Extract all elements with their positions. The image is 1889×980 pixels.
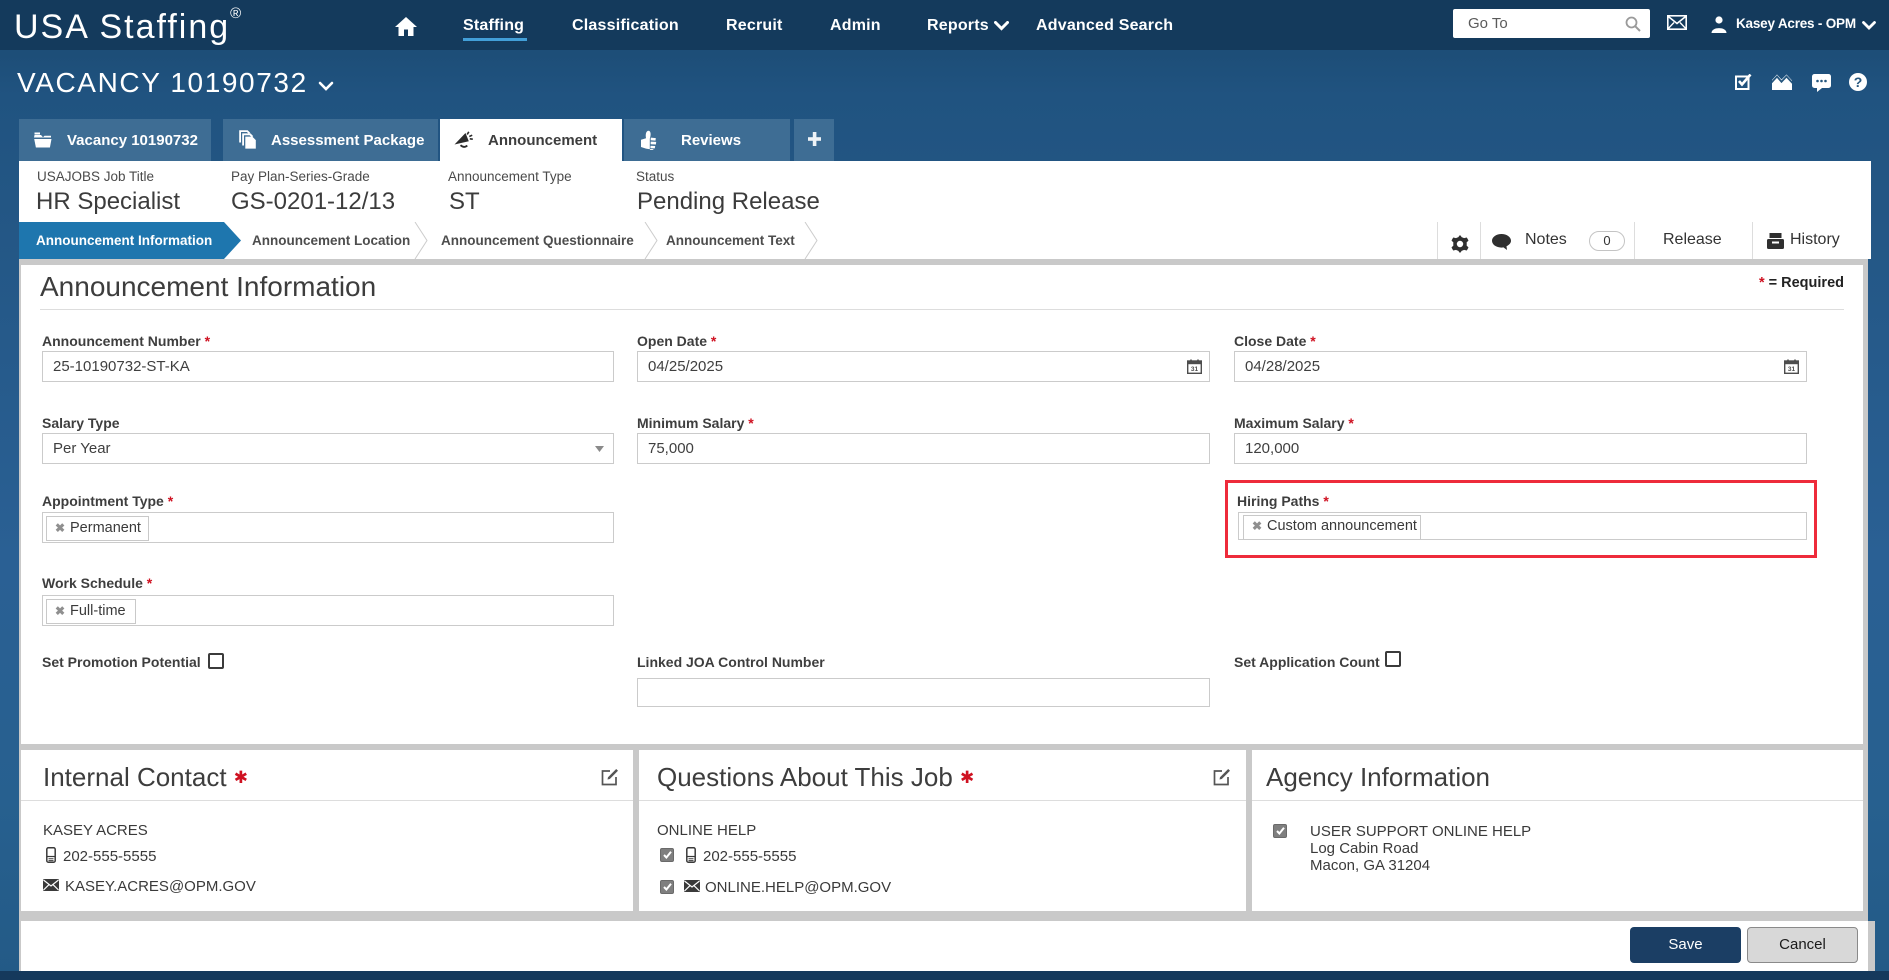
svg-text:?: ? [1854,74,1863,90]
svg-text:31: 31 [1788,366,1796,373]
svg-text:31: 31 [1191,366,1199,373]
